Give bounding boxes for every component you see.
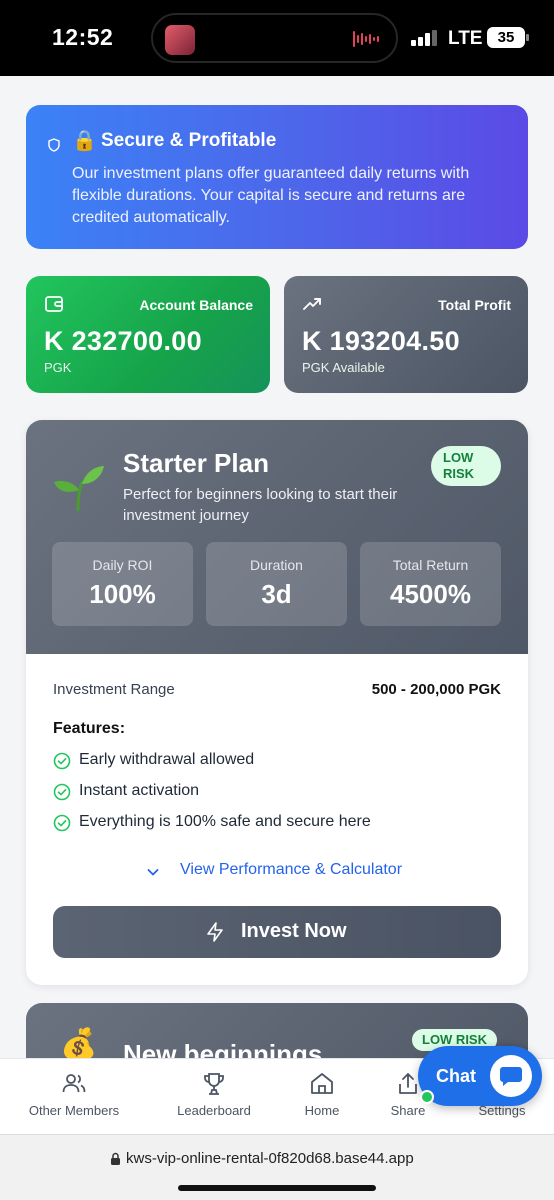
url-text: kws-vip-online-rental-0f820d68.base44.ap… bbox=[126, 1150, 414, 1167]
nav-label: Other Members bbox=[28, 1103, 120, 1118]
seedling-icon bbox=[54, 466, 104, 512]
metric-label: Daily ROI bbox=[92, 557, 153, 573]
total-profit-sub: PGK Available bbox=[302, 360, 385, 375]
plan-title: Starter Plan bbox=[123, 448, 269, 478]
online-status-dot bbox=[420, 1090, 434, 1104]
total-profit-value: K 193204.50 bbox=[302, 326, 460, 356]
network-type: LTE bbox=[448, 28, 483, 49]
page-content[interactable]: 🔒 Secure & Profitable Our investment pla… bbox=[0, 76, 554, 1058]
risk-badge: LOW RISK bbox=[431, 446, 501, 486]
nav-label: Leaderboard bbox=[177, 1103, 251, 1118]
total-profit-card: Total Profit K 193204.50 PGK Available bbox=[284, 276, 528, 393]
metric-total-return: Total Return 4500% bbox=[360, 542, 501, 626]
metric-duration: Duration 3d bbox=[206, 542, 347, 626]
browser-url-bar[interactable]: kws-vip-online-rental-0f820d68.base44.ap… bbox=[0, 1134, 554, 1200]
metric-value: 3d bbox=[261, 579, 292, 609]
lightning-icon bbox=[207, 922, 223, 942]
dynamic-island[interactable] bbox=[151, 13, 398, 63]
nav-other-members[interactable]: Other Members bbox=[24, 1071, 124, 1118]
metric-value: 4500% bbox=[390, 579, 471, 609]
check-circle-icon bbox=[53, 783, 71, 801]
check-circle-icon bbox=[53, 752, 71, 770]
investment-range-value: 500 - 200,000 PGK bbox=[371, 681, 501, 698]
metric-label: Duration bbox=[250, 557, 303, 573]
lock-icon bbox=[111, 1152, 120, 1165]
banner-title: Secure & Profitable bbox=[101, 130, 277, 151]
now-playing-artwork bbox=[165, 25, 195, 55]
feature-text: Early withdrawal allowed bbox=[79, 751, 255, 768]
metric-label: Total Return bbox=[392, 557, 469, 573]
metric-value: 100% bbox=[89, 579, 156, 609]
plan-header: Starter Plan Perfect for beginners looki… bbox=[26, 420, 528, 654]
nav-label: Share bbox=[390, 1103, 426, 1118]
cellular-signal-icon bbox=[411, 30, 437, 46]
chevron-down-icon bbox=[147, 869, 159, 876]
account-balance-currency: PGK bbox=[44, 360, 72, 375]
audio-waveform-icon bbox=[353, 31, 379, 47]
metric-daily-roi: Daily ROI 100% bbox=[52, 542, 193, 626]
chat-widget-button[interactable]: Chat bbox=[418, 1046, 542, 1106]
feature-text: Everything is 100% safe and secure here bbox=[79, 813, 371, 830]
chat-bubble bbox=[490, 1055, 532, 1097]
investment-range-label: Investment Range bbox=[53, 681, 175, 698]
account-balance-value: K 232700.00 bbox=[44, 326, 202, 356]
nav-leaderboard[interactable]: Leaderboard bbox=[170, 1071, 258, 1118]
feature-text: Instant activation bbox=[79, 782, 200, 799]
status-bar: 12:52 LTE 35 bbox=[0, 0, 554, 76]
features-title: Features: bbox=[53, 720, 126, 737]
chat-bubble-icon bbox=[500, 1067, 522, 1086]
status-time: 12:52 bbox=[52, 24, 114, 50]
lock-icon: 🔒 bbox=[72, 130, 97, 152]
account-balance-card: Account Balance K 232700.00 PGK bbox=[26, 276, 270, 393]
risk-badge-line1: LOW bbox=[443, 450, 474, 465]
starter-plan-card: Starter Plan Perfect for beginners looki… bbox=[26, 420, 528, 985]
trending-up-icon bbox=[303, 298, 321, 310]
trophy-icon bbox=[204, 1073, 224, 1095]
home-icon bbox=[311, 1073, 333, 1094]
invest-now-button[interactable]: Invest Now bbox=[53, 906, 501, 958]
view-performance-label: View Performance & Calculator bbox=[180, 861, 403, 878]
plan-description: Perfect for beginners looking to start t… bbox=[123, 486, 398, 524]
nav-home[interactable]: Home bbox=[296, 1071, 348, 1118]
check-circle-icon bbox=[53, 814, 71, 832]
banner-text: Our investment plans offer guaranteed da… bbox=[72, 165, 470, 226]
home-indicator bbox=[178, 1185, 376, 1191]
invest-now-label: Invest Now bbox=[241, 920, 347, 942]
shield-icon bbox=[48, 138, 60, 152]
money-bag-icon: 💰 bbox=[60, 1028, 98, 1058]
risk-badge-line2: RISK bbox=[443, 466, 475, 481]
wallet-icon bbox=[45, 296, 63, 312]
account-balance-label: Account Balance bbox=[139, 297, 253, 313]
chat-label: Chat bbox=[436, 1066, 476, 1086]
view-performance-calculator-link[interactable]: View Performance & Calculator bbox=[146, 861, 426, 883]
users-icon bbox=[62, 1074, 86, 1093]
battery-indicator: 35 bbox=[487, 27, 529, 48]
nav-label: Home bbox=[304, 1103, 340, 1118]
plan2-title: New beginnings bbox=[123, 1039, 323, 1058]
secure-profitable-banner: 🔒 Secure & Profitable Our investment pla… bbox=[26, 105, 528, 249]
total-profit-label: Total Profit bbox=[438, 297, 511, 313]
